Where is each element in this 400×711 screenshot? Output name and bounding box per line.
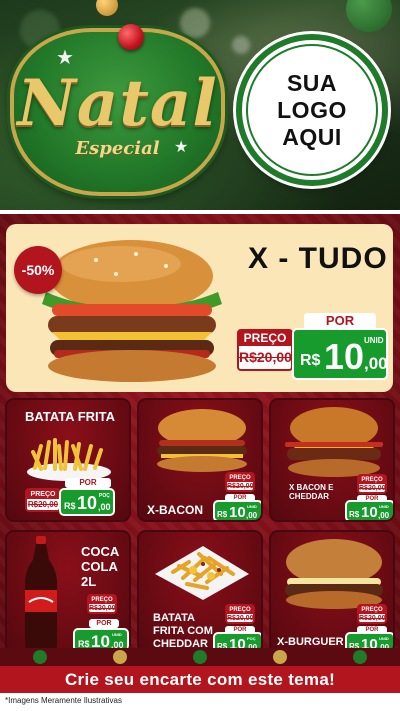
product-name: X-BURGUER bbox=[277, 636, 344, 648]
price-currency: R$ bbox=[217, 510, 228, 519]
price-decimal: ,00 bbox=[378, 511, 390, 520]
price-tag: R$ 10 ,00 POÇ bbox=[59, 488, 115, 516]
price-unit: UNID bbox=[247, 504, 257, 509]
fries-image bbox=[155, 546, 249, 600]
burger-image bbox=[285, 539, 383, 609]
burger-image bbox=[285, 407, 383, 477]
soda-bottle-image bbox=[25, 536, 57, 652]
product-card: COCA COLA 2L PREÇO R$20,00 POR R$ 10 ,00… bbox=[5, 530, 131, 654]
old-price-tag: PREÇO R$20,00 bbox=[87, 594, 117, 614]
old-price-label: PREÇO bbox=[359, 606, 385, 614]
cta-banner: Crie seu encarte com este tema! bbox=[0, 666, 400, 693]
old-price-tag: PREÇO R$20,00 bbox=[225, 472, 255, 492]
price-unit: UNID bbox=[379, 636, 389, 641]
burger-image bbox=[157, 409, 247, 472]
price-integer: 10 bbox=[324, 336, 365, 377]
star-icon: ★ bbox=[56, 47, 74, 69]
old-price-value: R$20,00 bbox=[227, 483, 254, 490]
fries-image bbox=[27, 438, 111, 481]
por-label: POR bbox=[89, 619, 119, 628]
product-name: COCA COLA 2L bbox=[81, 544, 119, 589]
flyer: ★ ★ Natal Especial SUA LOGO AQUI -50% X … bbox=[0, 0, 400, 711]
old-price-label: PREÇO bbox=[239, 331, 291, 346]
natal-title: Natal bbox=[17, 66, 218, 141]
product-name: X-BACON bbox=[147, 503, 203, 517]
product-card: X BACON E CHEDDAR PREÇO R$20,00 POR R$ 1… bbox=[269, 398, 395, 522]
old-price-label: PREÇO bbox=[89, 596, 115, 604]
content: -50% X - TUDO PREÇO R$20,00 POR R$ 10 ,0… bbox=[0, 210, 400, 665]
logo-ring bbox=[246, 44, 378, 176]
price-currency: R$ bbox=[300, 352, 321, 369]
product-card: BATATA FRITA COM CHEDDAR PREÇO R$20,00 P… bbox=[137, 530, 263, 654]
product-card: X-BURGUER PREÇO R$20,00 POR R$ 10 ,00 UN… bbox=[269, 530, 395, 654]
old-price-label: PREÇO bbox=[359, 476, 385, 484]
price-integer: 10 bbox=[229, 504, 246, 521]
old-price-value: R$20,00 bbox=[27, 500, 59, 509]
price-decimal: ,00 bbox=[246, 511, 258, 520]
old-price-value: R$20,00 bbox=[359, 485, 386, 492]
bokeh-light bbox=[180, 8, 210, 38]
featured-name: X - TUDO bbox=[248, 242, 388, 275]
natal-seal: ★ ★ Natal Especial bbox=[10, 24, 225, 196]
ornament-border bbox=[0, 648, 400, 666]
price-currency: R$ bbox=[349, 510, 360, 519]
price-unit: POÇ bbox=[99, 493, 110, 499]
por-label: POR bbox=[304, 313, 376, 329]
price-tag: R$ 10 ,00 UNID bbox=[213, 500, 261, 521]
old-price-value: R$20,00 bbox=[239, 349, 292, 365]
old-price-label: PREÇO bbox=[227, 474, 253, 482]
price-decimal: ,00 bbox=[364, 354, 388, 373]
header: ★ ★ Natal Especial SUA LOGO AQUI bbox=[0, 0, 400, 210]
price-unit: UNID bbox=[112, 632, 122, 637]
price-decimal: ,00 bbox=[98, 502, 111, 512]
old-price-tag: PREÇO R$20,00 bbox=[25, 488, 61, 512]
product-card: X-BACON PREÇO R$20,00 POR R$ 10 ,00 UNID bbox=[137, 398, 263, 522]
price-integer: 10 bbox=[77, 493, 98, 513]
old-price-tag: PREÇO R$20,00 bbox=[357, 474, 387, 494]
price-tag: R$ 10 ,00 UNID bbox=[345, 500, 393, 521]
christmas-ornament-icon bbox=[346, 0, 392, 32]
logo-placeholder: SUA LOGO AQUI bbox=[236, 34, 388, 186]
old-price-tag: PREÇO R$20,00 bbox=[357, 604, 387, 624]
por-label: POR bbox=[65, 478, 111, 488]
product-name: BATATA FRITA bbox=[25, 409, 116, 424]
old-price-label: PREÇO bbox=[227, 606, 253, 614]
christmas-ornament-icon bbox=[96, 0, 118, 16]
old-price-value: R$20,00 bbox=[227, 615, 254, 622]
price-integer: 10 bbox=[361, 504, 378, 521]
old-price-value: R$20,00 bbox=[359, 615, 386, 622]
bokeh-light bbox=[232, 36, 250, 54]
price-unit: POÇ bbox=[247, 636, 256, 641]
featured-product: -50% X - TUDO PREÇO R$20,00 POR R$ 10 ,0… bbox=[6, 224, 393, 392]
price-tag: R$ 10 ,00 UNID bbox=[292, 328, 388, 380]
price-unit: UNID bbox=[379, 504, 389, 509]
old-price-tag: PREÇO R$20,00 bbox=[225, 604, 255, 624]
product-name: X BACON E CHEDDAR bbox=[289, 483, 334, 501]
natal-subtitle: Especial bbox=[75, 138, 160, 159]
price-unit: UNID bbox=[364, 336, 384, 345]
old-price-tag: PREÇO R$20,00 bbox=[237, 329, 293, 371]
christmas-ornament-icon bbox=[118, 24, 144, 50]
product-card: BATATA FRITA PREÇO R$20,00 POR R$ 10 ,00… bbox=[5, 398, 131, 522]
price-currency: R$ bbox=[64, 501, 76, 511]
discount-badge: -50% bbox=[14, 246, 62, 294]
disclaimer: *Imagens Meramente Ilustrativas bbox=[5, 696, 122, 705]
old-price-label: PREÇO bbox=[27, 490, 59, 499]
old-price-value: R$20,00 bbox=[89, 605, 116, 612]
